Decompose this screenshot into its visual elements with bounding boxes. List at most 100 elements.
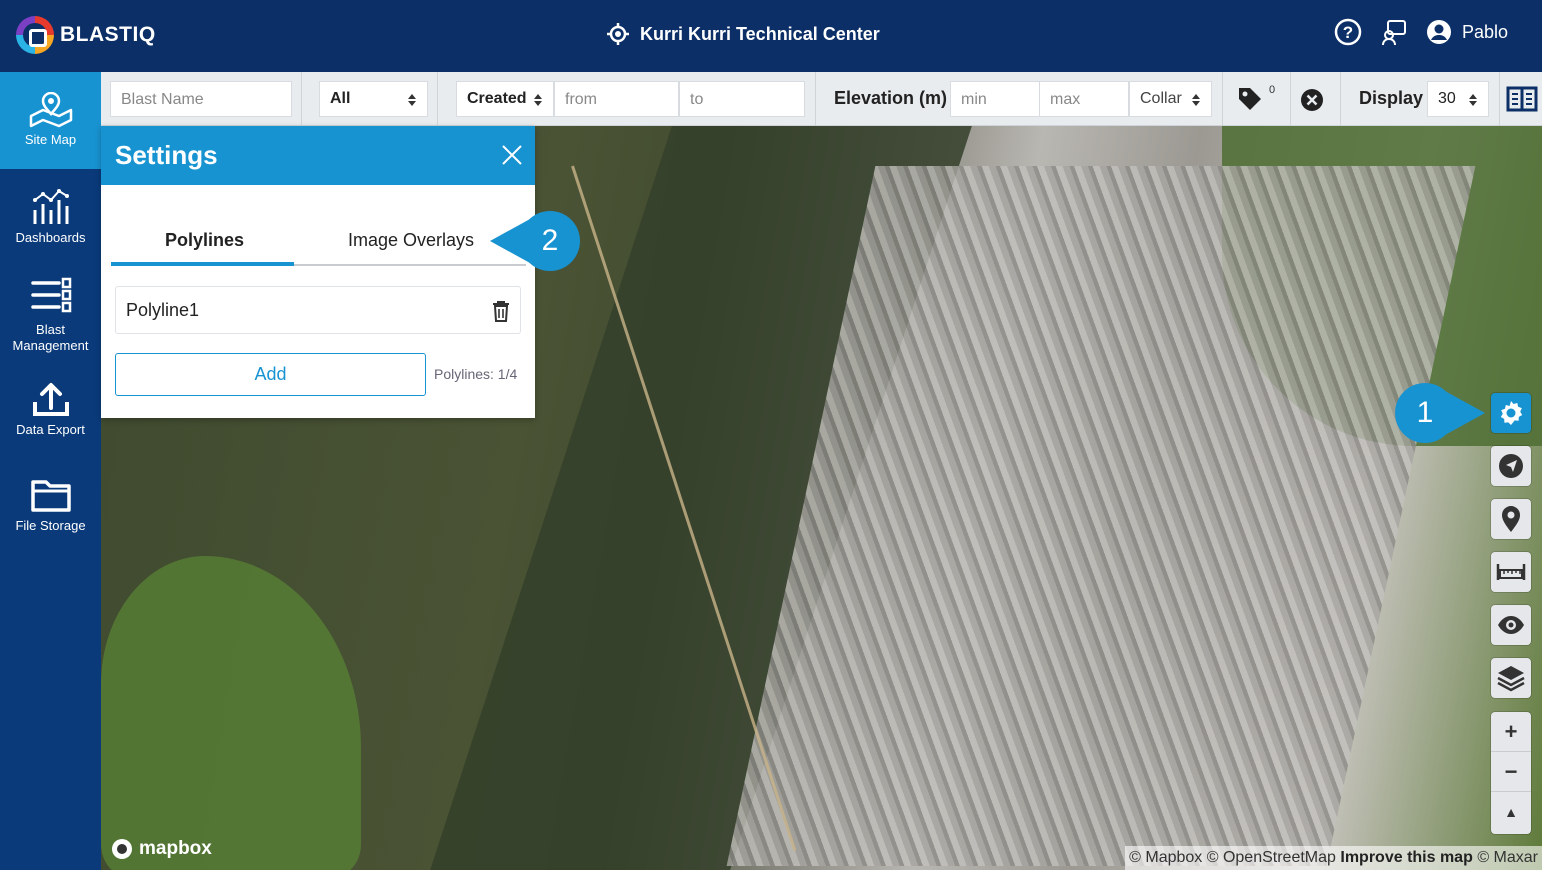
blastiq-logo[interactable]: BLASTIQ [16, 16, 156, 54]
tag-filter-button[interactable]: 0 [1237, 84, 1281, 114]
eye-icon [1498, 616, 1524, 634]
attribution-text: © Mapbox © OpenStreetMap [1129, 849, 1336, 866]
pin-button[interactable] [1491, 499, 1531, 539]
divider [1340, 72, 1341, 126]
sort-caret-icon [1192, 94, 1200, 106]
filter-bar: Blast Name All Created from to Elevation… [101, 72, 1542, 126]
gear-icon [1500, 401, 1523, 425]
tag-icon [1239, 88, 1261, 110]
callout-marker-2: 2 [490, 210, 590, 272]
zoom-out-button[interactable]: − [1491, 752, 1531, 792]
divider [1222, 72, 1223, 126]
date-from-input[interactable]: from [554, 81, 679, 117]
add-polyline-button[interactable]: Add [115, 353, 426, 396]
user-avatar-icon [1426, 20, 1451, 44]
sidebar-item-data-export[interactable]: Data Export [0, 380, 101, 438]
settings-header: Settings [101, 126, 535, 185]
sidebar-item-label: Data Export [16, 422, 85, 437]
sort-caret-icon [1469, 94, 1477, 106]
chart-icon [32, 189, 69, 224]
close-icon[interactable] [501, 144, 523, 166]
divider [301, 72, 302, 126]
target-icon [607, 23, 629, 45]
display-count-select[interactable]: 30 [1427, 81, 1489, 117]
header-actions: ? Pablo [1334, 18, 1508, 46]
settings-panel: Settings Polylines Image Overlays Polyli… [101, 126, 535, 418]
attribution-maxar: © Maxar [1477, 849, 1538, 866]
polyline-name: Polyline1 [126, 300, 200, 320]
user-menu[interactable]: Pablo [1426, 19, 1508, 45]
callout-number: 2 [541, 224, 559, 257]
mapbox-brand: mapbox [139, 838, 212, 859]
improve-map-link[interactable]: Improve this map [1340, 849, 1472, 866]
pin-icon [1502, 506, 1520, 532]
date-type-value: Created [467, 90, 527, 107]
site-selector[interactable]: Kurri Kurri Technical Center [606, 22, 880, 46]
sidebar-item-file-storage[interactable]: File Storage [0, 476, 101, 534]
divider [1290, 72, 1291, 126]
ruler-icon [1496, 564, 1526, 580]
book-toggle-icon[interactable] [1506, 85, 1538, 113]
elevation-label: Elevation (m) [834, 88, 948, 108]
svg-text:?: ? [1343, 23, 1353, 42]
elevation-ref-value: Collar [1140, 90, 1182, 107]
polyline-count: Polylines: 1/4 [434, 366, 518, 382]
clear-filters-icon[interactable] [1300, 88, 1324, 112]
sidebar: Site Map Dashboards Blast Management Dat… [0, 72, 101, 870]
compass-button[interactable]: ▲ [1491, 792, 1531, 832]
site-name: Kurri Kurri Technical Center [640, 23, 880, 44]
layers-icon [1497, 666, 1525, 692]
elevation-max-input[interactable]: max [1039, 81, 1129, 117]
polyline-item[interactable]: Polyline1 [115, 286, 521, 334]
sort-caret-icon [534, 94, 542, 106]
navigate-button[interactable] [1491, 446, 1531, 486]
trash-icon[interactable] [492, 300, 510, 322]
sidebar-item-label: Site Map [24, 132, 77, 147]
tab-polylines[interactable]: Polylines [165, 230, 244, 251]
sort-caret-icon [408, 94, 416, 106]
settings-tabs: Polylines Image Overlays [111, 222, 526, 266]
elevation-min-input[interactable]: min [950, 81, 1040, 117]
elevation-ref-select[interactable]: Collar [1129, 81, 1212, 117]
logo-icon [16, 16, 54, 54]
tab-image-overlays[interactable]: Image Overlays [348, 230, 474, 251]
date-type-select[interactable]: Created [456, 81, 554, 117]
mapbox-logo[interactable]: mapbox [111, 838, 212, 860]
blast-name-input[interactable]: Blast Name [110, 81, 292, 117]
callout-bubble [490, 211, 580, 271]
map-terrain [101, 556, 361, 870]
map-settings-button[interactable] [1491, 393, 1531, 433]
zoom-controls: + − ▲ [1491, 712, 1531, 834]
folder-icon [30, 480, 71, 512]
date-to-input[interactable]: to [679, 81, 805, 117]
app-header: BLASTIQ Kurri Kurri Technical Center ? P… [0, 0, 1542, 72]
tag-count-badge: 0 [1269, 84, 1276, 96]
callout-marker-1: 1 [1385, 382, 1485, 444]
navigate-icon [1499, 454, 1523, 478]
display-count-value: 30 [1438, 90, 1456, 107]
visibility-button[interactable] [1491, 605, 1531, 645]
list-icon [30, 277, 71, 313]
map-attribution: © Mapbox © OpenStreetMap Improve this ma… [1125, 846, 1542, 870]
upload-icon [32, 383, 69, 416]
sidebar-item-blast-management[interactable]: Blast Management [0, 276, 101, 354]
logo-text: BLASTIQ [60, 23, 156, 46]
help-icon[interactable]: ? [1334, 18, 1362, 46]
layers-button[interactable] [1491, 658, 1531, 698]
divider [815, 72, 816, 126]
divider [437, 72, 438, 126]
settings-title: Settings [115, 140, 218, 170]
sidebar-item-site-map[interactable]: Site Map [0, 72, 101, 169]
sidebar-item-label: Dashboards [15, 230, 86, 245]
chat-support-icon[interactable] [1380, 18, 1408, 46]
mapbox-icon [112, 839, 132, 859]
map-icon [29, 92, 72, 128]
sidebar-item-label: Blast Management [12, 322, 89, 353]
zoom-in-button[interactable]: + [1491, 712, 1531, 752]
sidebar-item-label: File Storage [15, 518, 86, 533]
measure-button[interactable] [1491, 552, 1531, 592]
divider [1499, 72, 1500, 126]
callout-number: 1 [1416, 396, 1434, 429]
sidebar-item-dashboards[interactable]: Dashboards [0, 188, 101, 246]
status-select[interactable]: All [319, 81, 428, 117]
